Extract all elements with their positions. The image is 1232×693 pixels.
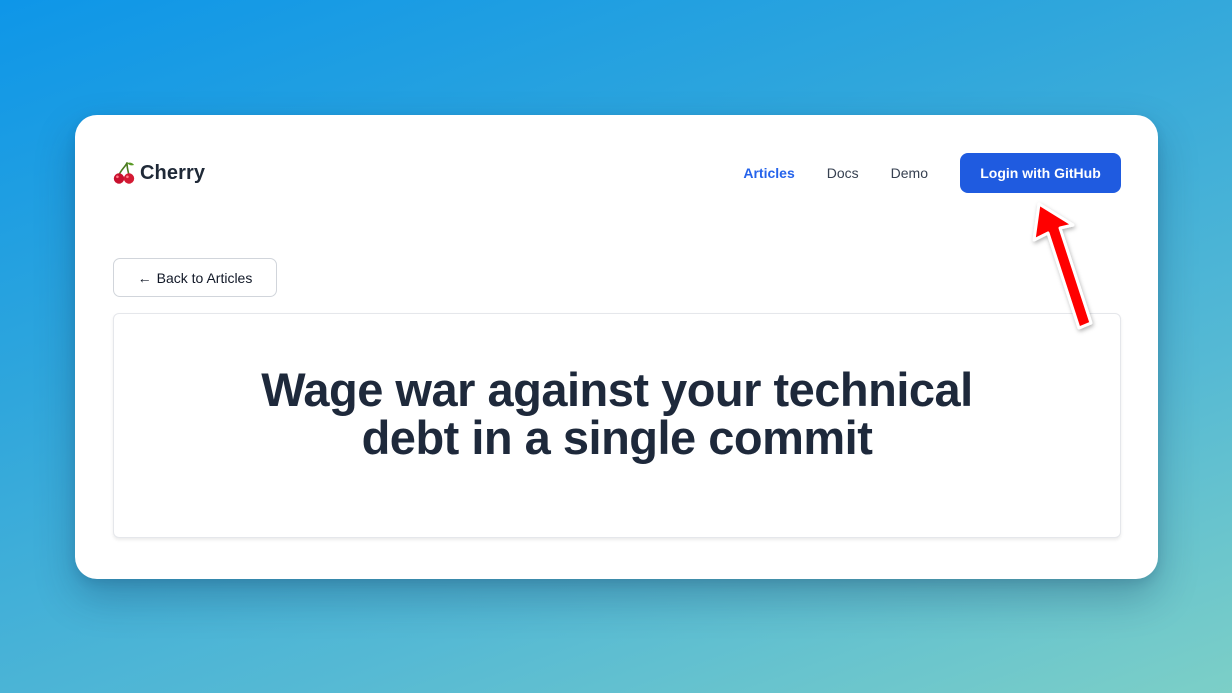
brand-name: Cherry (140, 161, 206, 184)
nav-link-articles[interactable]: Articles (743, 165, 794, 181)
login-with-github-button[interactable]: Login with GitHub (960, 153, 1121, 193)
top-nav: Articles Docs Demo Login with GitHub (743, 153, 1121, 193)
red-arrow-icon (1032, 202, 1093, 330)
nav-link-demo[interactable]: Demo (891, 165, 928, 181)
article-title: Wage war against your technical debt in … (261, 362, 973, 464)
app-window: Cherry Articles Docs Demo Login with Git… (75, 115, 1158, 579)
back-to-articles-button[interactable]: ← Back to Articles (113, 258, 277, 297)
article-card: Wage war against your technical debt in … (113, 313, 1121, 538)
back-to-articles-label: Back to Articles (156, 269, 253, 286)
arrow-left-icon: ← (137, 269, 152, 286)
nav-link-docs[interactable]: Docs (827, 165, 859, 181)
cherry-icon (113, 161, 135, 185)
brand[interactable]: Cherry (113, 159, 205, 187)
